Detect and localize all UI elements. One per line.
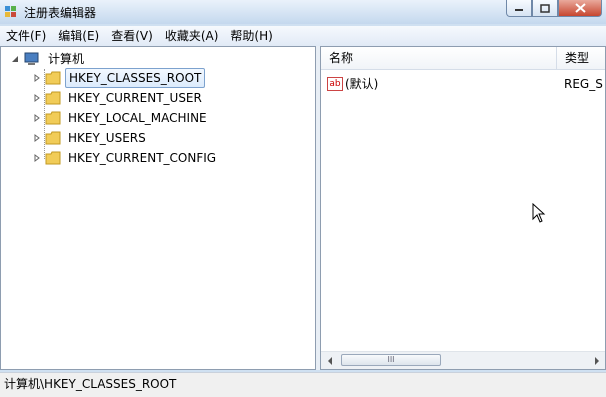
tree-key-label: HKEY_CURRENT_USER (68, 91, 202, 105)
tree-key-hku[interactable]: HKEY_USERS (33, 129, 149, 147)
registry-editor-window: 注册表编辑器 文件(F) 编辑(E) 查看(V) 收藏夹(A) 帮助(H) 计算… (0, 0, 606, 397)
menu-help[interactable]: 帮助(H) (224, 26, 278, 46)
list-header: 名称 类型 (321, 47, 605, 70)
tree-key-hklm[interactable]: HKEY_LOCAL_MACHINE (33, 109, 210, 127)
tree-key-hkcr[interactable]: HKEY_CLASSES_ROOT (33, 68, 206, 88)
menu-file[interactable]: 文件(F) (0, 26, 52, 46)
tree-key-label: HKEY_CLASSES_ROOT (65, 68, 206, 88)
folder-icon (45, 111, 61, 125)
expand-arrow-icon[interactable] (33, 154, 41, 162)
folder-icon (45, 91, 61, 105)
menu-edit[interactable]: 编辑(E) (52, 26, 105, 46)
tree-key-label: HKEY_LOCAL_MACHINE (68, 111, 207, 125)
scroll-left-button[interactable] (321, 352, 338, 369)
close-icon (574, 3, 586, 13)
minimize-button[interactable] (506, 0, 532, 17)
expand-arrow-icon[interactable] (33, 74, 41, 82)
scroll-right-button[interactable] (588, 352, 605, 369)
window-title: 注册表编辑器 (24, 6, 97, 20)
value-name: (默认) (345, 77, 379, 91)
scroll-left-icon (327, 356, 332, 365)
folder-icon (45, 131, 61, 145)
collapse-arrow-icon[interactable] (11, 55, 19, 63)
close-button[interactable] (558, 0, 602, 17)
scroll-thumb[interactable]: III (341, 354, 441, 366)
key-tree-pane[interactable]: 计算机 HKEY_CLASSES_ROOT HKEY_CURRENT_USER … (0, 46, 316, 370)
maximize-button[interactable] (532, 0, 558, 17)
tree-root-label: 计算机 (48, 52, 85, 66)
title-bar[interactable]: 注册表编辑器 (0, 0, 606, 24)
expand-arrow-icon[interactable] (33, 114, 41, 122)
minimize-icon (515, 9, 523, 11)
column-header-name[interactable]: 名称 (321, 47, 557, 69)
horizontal-scrollbar[interactable]: III (321, 351, 605, 369)
column-header-type[interactable]: 类型 (557, 47, 605, 69)
tree-key-hkcu[interactable]: HKEY_CURRENT_USER (33, 89, 205, 107)
menu-favorites[interactable]: 收藏夹(A) (159, 26, 225, 46)
values-list-pane[interactable]: 名称 类型 ab (默认) REG_S III (320, 46, 606, 370)
expand-arrow-icon[interactable] (33, 134, 41, 142)
folder-icon (45, 71, 61, 85)
tree-key-label: HKEY_CURRENT_CONFIG (68, 151, 217, 165)
registry-app-icon (5, 6, 16, 17)
tree-key-label: HKEY_USERS (68, 131, 146, 145)
menu-bar: 文件(F) 编辑(E) 查看(V) 收藏夹(A) 帮助(H) (0, 26, 606, 46)
scroll-right-icon (594, 356, 599, 365)
string-value-icon: ab (327, 77, 343, 91)
maximize-icon (540, 3, 550, 13)
mouse-cursor-icon (532, 203, 546, 223)
tree-key-hkcc[interactable]: HKEY_CURRENT_CONFIG (33, 149, 219, 167)
computer-icon (24, 52, 39, 65)
list-item[interactable]: ab (默认) (327, 75, 378, 93)
status-bar: 计算机\HKEY_CLASSES_ROOT (0, 372, 606, 397)
tree-root[interactable]: 计算机 (11, 50, 87, 68)
caption-buttons (506, 0, 602, 18)
menu-view[interactable]: 查看(V) (105, 26, 159, 46)
folder-icon (45, 151, 61, 165)
value-type: REG_S (564, 77, 603, 91)
expand-arrow-icon[interactable] (33, 94, 41, 102)
